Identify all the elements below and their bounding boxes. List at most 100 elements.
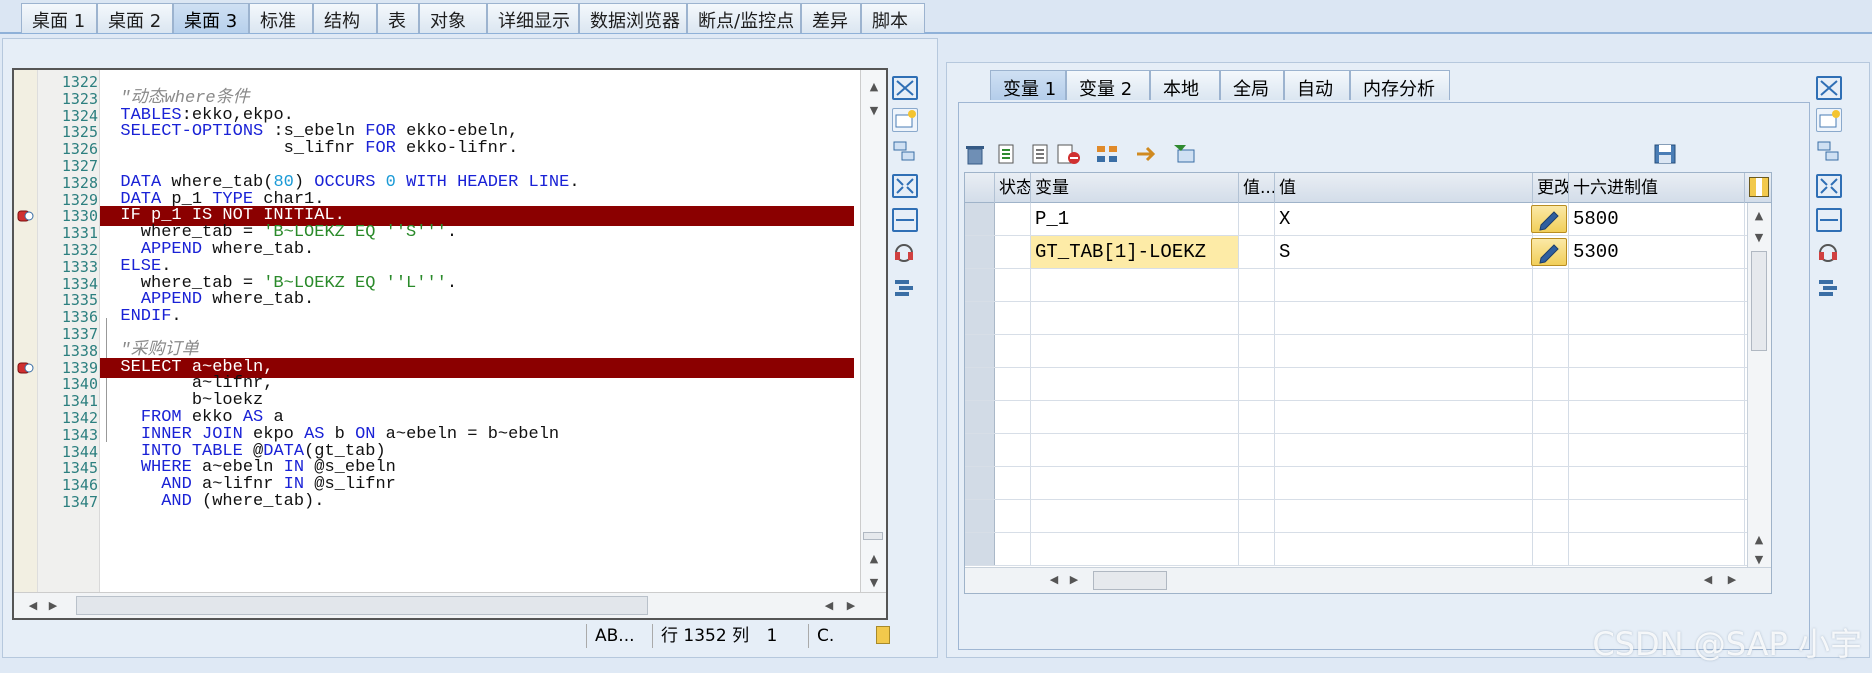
scroll-down-icon[interactable]: ▼ [1752, 553, 1766, 567]
variable-cell[interactable] [1031, 500, 1239, 532]
service-tool-icon[interactable] [892, 242, 918, 266]
grid-row[interactable] [965, 434, 1771, 467]
scroll-thumb[interactable] [1093, 571, 1167, 590]
grid-row[interactable] [965, 533, 1771, 566]
scroll-right-icon[interactable]: ▶ [46, 599, 60, 613]
grid-horizontal-scrollbar[interactable]: ◀ ▶ ◀ ▶ [965, 567, 1771, 593]
grid-vertical-scrollbar[interactable]: ▲ ▼ ▲ ▼ [1747, 203, 1771, 569]
scroll-left-icon[interactable]: ◀ [1047, 573, 1061, 587]
tab-breakpoints[interactable]: 断点/监控点 [687, 3, 801, 33]
row-selector[interactable] [965, 434, 995, 466]
tab-objects[interactable]: 对象 [419, 3, 487, 33]
tab-detail-display[interactable]: 详细显示 [487, 3, 579, 33]
row-selector[interactable] [965, 269, 995, 301]
row-selector[interactable] [965, 335, 995, 367]
new-tool-icon[interactable] [892, 108, 918, 132]
code-line[interactable]: AND (where_tab). [100, 492, 854, 512]
scroll-left-icon[interactable]: ◀ [822, 599, 836, 613]
row-selector[interactable] [965, 401, 995, 433]
grid-header-change[interactable]: 更改 [1533, 173, 1569, 203]
tab-desktop-3[interactable]: 桌面 3 [173, 3, 249, 33]
breakpoint-icon[interactable] [17, 360, 35, 374]
maximize-tool-icon[interactable] [1816, 174, 1842, 198]
tab-diff[interactable]: 差异 [801, 3, 861, 33]
scroll-up-icon[interactable]: ▲ [867, 80, 881, 94]
tab-global[interactable]: 全局 [1220, 70, 1284, 100]
variable-cell[interactable] [1031, 368, 1239, 400]
close-tool-icon[interactable] [1816, 76, 1842, 100]
grid-header-hex-value[interactable]: 十六进制值 [1569, 173, 1745, 203]
tab-variables-1[interactable]: 变量 1 [990, 70, 1066, 100]
row-selector[interactable] [965, 236, 995, 268]
variable-cell[interactable]: P_1 [1031, 203, 1239, 235]
scroll-right-icon[interactable]: ▶ [1725, 573, 1739, 587]
variable-cell[interactable] [1031, 302, 1239, 334]
transfer-icon[interactable] [1134, 142, 1160, 166]
filter-icon[interactable] [1172, 142, 1198, 166]
editor-vertical-scrollbar[interactable]: ▲ ▼ ▲ ▼ [860, 70, 886, 618]
grid-row[interactable]: GT_TAB[1]-LOEKZ S 5300 [965, 236, 1771, 269]
tab-data-explorer[interactable]: 数据浏览器 [579, 3, 687, 33]
variable-cell[interactable] [1031, 533, 1239, 565]
row-selector[interactable] [965, 368, 995, 400]
column-layout-icon[interactable] [1749, 177, 1769, 197]
scroll-up-icon[interactable]: ▲ [1752, 533, 1766, 547]
grid-row[interactable] [965, 269, 1771, 302]
scroll-thumb[interactable] [863, 532, 883, 540]
scroll-up-icon[interactable]: ▲ [1752, 209, 1766, 223]
service-tool-icon[interactable] [1816, 242, 1842, 266]
grid-row[interactable] [965, 401, 1771, 434]
tab-memory-analysis[interactable]: 内存分析 [1350, 70, 1450, 100]
close-tool-icon[interactable] [892, 76, 918, 100]
variable-cell[interactable] [1031, 434, 1239, 466]
scroll-right-icon[interactable]: ▶ [844, 599, 858, 613]
arrange-icon[interactable] [1094, 142, 1120, 166]
grid-header-value-type[interactable]: 值... [1239, 173, 1275, 203]
edit-value-button[interactable] [1531, 205, 1567, 233]
grid-row[interactable] [965, 302, 1771, 335]
scroll-down-icon[interactable]: ▼ [1752, 231, 1766, 245]
document-icon[interactable] [1030, 142, 1056, 166]
code-editor[interactable]: ▲ ▼ ▲ ▼ ◀ ▶ ◀ ▶ 1322 1323 "动态where条件 1324 … [12, 68, 888, 620]
grid-row[interactable] [965, 368, 1771, 401]
tab-desktop-2[interactable]: 桌面 2 [97, 3, 173, 33]
scroll-left-icon[interactable]: ◀ [1701, 573, 1715, 587]
delete-line-icon[interactable] [1056, 142, 1082, 166]
settings-tool-icon[interactable] [1816, 276, 1842, 300]
row-selector[interactable] [965, 500, 995, 532]
grid-header-variable[interactable]: 变量 [1031, 173, 1239, 203]
row-selector[interactable] [965, 203, 995, 235]
settings-tool-icon[interactable] [892, 276, 918, 300]
row-selector[interactable] [965, 302, 995, 334]
breakpoint-icon[interactable] [17, 208, 35, 222]
notepad-icon[interactable] [876, 626, 890, 644]
resize-tool-icon[interactable] [1816, 208, 1842, 232]
maximize-tool-icon[interactable] [892, 174, 918, 198]
scroll-thumb[interactable] [1751, 251, 1767, 351]
new-tool-icon[interactable] [1816, 108, 1842, 132]
tab-standard[interactable]: 标准 [249, 3, 313, 33]
scroll-left-icon[interactable]: ◀ [26, 599, 40, 613]
scroll-right-icon[interactable]: ▶ [1067, 573, 1081, 587]
resize-tool-icon[interactable] [892, 208, 918, 232]
tab-auto[interactable]: 自动 [1284, 70, 1350, 100]
editor-horizontal-scrollbar[interactable]: ◀ ▶ ◀ ▶ [14, 592, 886, 618]
grid-row[interactable] [965, 335, 1771, 368]
breakpoint-gutter[interactable] [14, 70, 38, 618]
scroll-down-icon[interactable]: ▼ [867, 104, 881, 118]
grid-header-value[interactable]: 值 [1275, 173, 1533, 203]
grid-row[interactable] [965, 467, 1771, 500]
grid-row[interactable]: P_1 X 5800 [965, 203, 1771, 236]
scroll-up-icon[interactable]: ▲ [867, 552, 881, 566]
row-selector[interactable] [965, 533, 995, 565]
swap-tool-icon[interactable] [1816, 140, 1842, 164]
tab-table[interactable]: 表 [377, 3, 419, 33]
save-icon[interactable] [1652, 142, 1678, 166]
variable-cell[interactable] [1031, 269, 1239, 301]
scroll-thumb[interactable] [76, 596, 648, 615]
variable-cell[interactable] [1031, 467, 1239, 499]
variable-cell[interactable] [1031, 401, 1239, 433]
tab-structure[interactable]: 结构 [313, 3, 377, 33]
row-selector[interactable] [965, 467, 995, 499]
detail-icon[interactable] [996, 142, 1022, 166]
